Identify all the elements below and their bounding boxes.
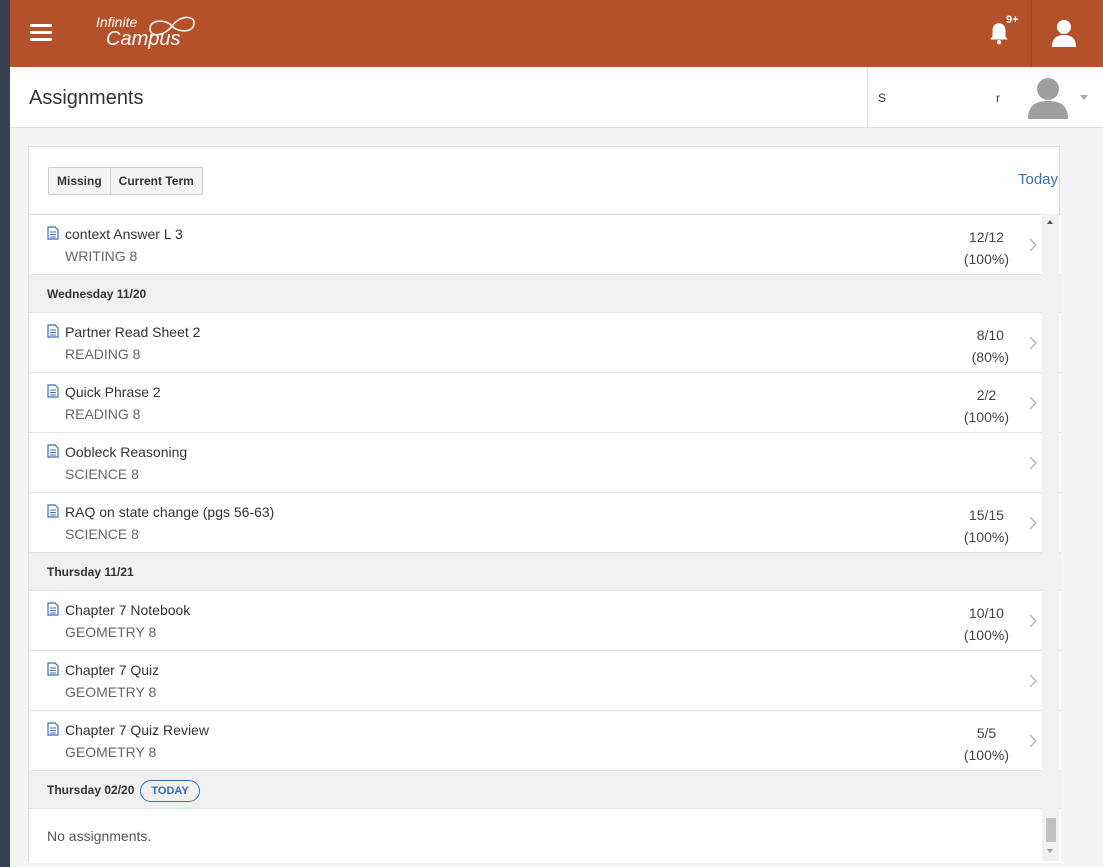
assignment-row[interactable]: Chapter 7 Notebook GEOMETRY 8 10/10 (100%… [29, 591, 1061, 651]
infinity-logo-icon [149, 16, 195, 36]
day-header: Wednesday 11/20 [29, 275, 1061, 313]
assignment-course: GEOMETRY 8 [65, 624, 157, 640]
assignment-score: 2/2 (100%) [964, 384, 1009, 428]
student-name-prefix: S [878, 91, 887, 105]
filter-missing-button[interactable]: Missing [49, 168, 110, 194]
assignment-name: Chapter 7 Quiz Review [65, 722, 209, 738]
chevron-right-icon [1029, 614, 1038, 628]
topbar-divider [1031, 0, 1032, 67]
today-badge: TODAY [140, 779, 200, 802]
score-percent: (100%) [963, 747, 1009, 763]
chevron-down-icon [1080, 95, 1088, 100]
scroll-thumb[interactable] [1046, 818, 1056, 842]
score-value: 10/10 [968, 605, 1004, 621]
user-icon[interactable] [1050, 18, 1078, 48]
score-value: 15/15 [968, 507, 1004, 523]
assignments-card: Missing Current Term Today context Answe… [28, 146, 1061, 863]
assignment-row[interactable]: RAQ on state change (pgs 56-63) SCIENCE … [29, 493, 1061, 553]
chevron-right-icon [1029, 516, 1038, 530]
score-percent: (100%) [963, 251, 1009, 267]
document-icon [47, 324, 59, 338]
document-icon [47, 504, 59, 518]
day-header-label: Thursday 02/20 [47, 783, 135, 797]
assignment-score: 10/10 (100%) [964, 602, 1009, 646]
day-header-today: Thursday 02/20 TODAY [29, 771, 1061, 809]
app-window: Infinite Campus 9+ Assignments Sr Missin… [10, 0, 1103, 867]
score-value: 12/12 [968, 229, 1004, 245]
page-header: Assignments Sr [10, 67, 1103, 128]
filter-bar: Missing Current Term Today [29, 147, 1061, 215]
assignment-score: 8/10 (80%) [972, 324, 1009, 368]
scroll-up-arrow-icon[interactable] [1047, 220, 1053, 224]
notification-badge: 9+ [1006, 14, 1019, 26]
assignment-row[interactable]: Oobleck Reasoning SCIENCE 8 [29, 433, 1061, 493]
document-icon [47, 602, 59, 616]
assignment-row[interactable]: Chapter 7 Quiz GEOMETRY 8 [29, 651, 1061, 711]
today-link[interactable]: Today [1018, 171, 1078, 188]
scrollbar[interactable] [1042, 214, 1059, 861]
assignment-name: Oobleck Reasoning [65, 444, 188, 460]
assignment-score: 5/5 (100%) [964, 722, 1009, 766]
chevron-right-icon [1029, 456, 1038, 470]
score-percent: (100%) [963, 409, 1009, 425]
assignment-course: GEOMETRY 8 [65, 684, 157, 700]
assignment-name: Partner Read Sheet 2 [65, 324, 201, 340]
assignment-course: GEOMETRY 8 [65, 744, 157, 760]
chevron-right-icon [1029, 336, 1038, 350]
assignment-course: SCIENCE 8 [65, 466, 139, 482]
student-avatar [1028, 78, 1068, 119]
assignment-row[interactable]: Partner Read Sheet 2 READING 8 8/10 (80%) [29, 313, 1061, 373]
score-value: 5/5 [976, 725, 997, 741]
empty-message: No assignments. [29, 809, 1061, 863]
score-percent: (100%) [963, 529, 1009, 545]
assignment-name: Chapter 7 Quiz [65, 662, 160, 678]
top-bar: Infinite Campus 9+ [10, 0, 1103, 67]
day-header: Thursday 11/21 [29, 553, 1061, 591]
infinite-campus-logo: Infinite Campus [96, 15, 195, 49]
desktop-edge-left [0, 0, 10, 867]
page-title: Assignments [29, 87, 144, 109]
chevron-right-icon [1029, 734, 1038, 748]
assignment-course: WRITING 8 [65, 248, 138, 264]
assignment-name: Chapter 7 Notebook [65, 602, 191, 618]
document-icon [47, 444, 59, 458]
document-icon [47, 226, 59, 240]
assignment-course: READING 8 [65, 346, 141, 362]
assignment-name: RAQ on state change (pgs 56-63) [65, 504, 275, 520]
student-selector[interactable]: Sr [867, 67, 1103, 128]
scroll-down-arrow-icon[interactable] [1047, 849, 1053, 853]
chevron-right-icon [1029, 238, 1038, 252]
hamburger-menu-icon[interactable] [30, 24, 52, 42]
chevron-right-icon [1029, 396, 1038, 410]
score-percent: (80%) [971, 349, 1009, 365]
assignment-score: 15/15 (100%) [964, 504, 1009, 548]
assignment-score: 12/12 (100%) [964, 226, 1009, 270]
assignment-row[interactable]: context Answer L 3 WRITING 8 12/12 (100%) [29, 215, 1061, 275]
document-icon [47, 384, 59, 398]
assignment-row[interactable]: Quick Phrase 2 READING 8 2/2 (100%) [29, 373, 1061, 433]
filter-group: Missing Current Term [48, 167, 203, 195]
score-value: 8/10 [976, 327, 1004, 343]
chevron-right-icon [1029, 674, 1038, 688]
document-icon [47, 722, 59, 736]
document-icon [47, 662, 59, 676]
redacted-name [886, 92, 997, 102]
filter-current-term-button[interactable]: Current Term [109, 168, 202, 194]
student-name: Sr [878, 91, 1008, 105]
student-name-suffix: r [996, 91, 1001, 105]
assignment-list: context Answer L 3 WRITING 8 12/12 (100%)… [29, 215, 1061, 863]
score-value: 2/2 [976, 387, 997, 403]
assignment-row[interactable]: Chapter 7 Quiz Review GEOMETRY 8 5/5 (100… [29, 711, 1061, 771]
assignment-name: context Answer L 3 [65, 226, 183, 242]
assignment-course: READING 8 [65, 406, 141, 422]
assignment-name: Quick Phrase 2 [65, 384, 161, 400]
assignment-course: SCIENCE 8 [65, 526, 139, 542]
score-percent: (100%) [963, 627, 1009, 643]
